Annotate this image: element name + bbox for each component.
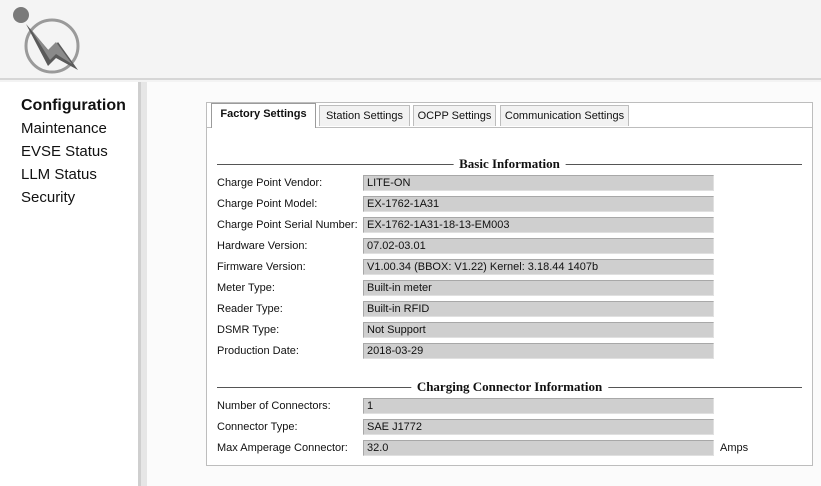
amperage-unit: Amps <box>720 442 749 454</box>
header <box>0 0 821 80</box>
max-amperage-field: 32.0 <box>363 440 714 456</box>
field-label: Hardware Version: <box>217 240 308 252</box>
connector-information-heading: Charging Connector Information <box>217 379 802 395</box>
field-label: Firmware Version: <box>217 261 306 273</box>
sidebar-item-evse-status[interactable]: EVSE Status <box>21 140 126 163</box>
tab-strip: Factory Settings Station Settings OCPP S… <box>207 103 812 128</box>
field-label: Charge Point Serial Number: <box>217 219 358 231</box>
firmware-version-field: V1.00.34 (BBOX: V1.22) Kernel: 3.18.44 1… <box>363 259 714 275</box>
sidebar-item-llm-status[interactable]: LLM Status <box>21 163 126 186</box>
field-label: Connector Type: <box>217 421 298 433</box>
tab-ocpp-settings[interactable]: OCPP Settings <box>413 105 496 126</box>
tab-factory-settings[interactable]: Factory Settings <box>211 103 316 128</box>
app-logo-icon <box>13 7 80 74</box>
tab-station-settings[interactable]: Station Settings <box>319 105 410 126</box>
section-title: Charging Connector Information <box>410 379 609 395</box>
hardware-version-field: 07.02-03.01 <box>363 238 714 254</box>
connector-type-field: SAE J1772 <box>363 419 714 435</box>
sidebar-item-configuration[interactable]: Configuration <box>21 94 126 117</box>
field-label: DSMR Type: <box>217 324 280 336</box>
vendor-field: LITE-ON <box>363 175 714 191</box>
number-of-connectors-field: 1 <box>363 398 714 414</box>
field-label: Reader Type: <box>217 303 283 315</box>
production-date-field: 2018-03-29 <box>363 343 714 359</box>
main-content: Factory Settings Station Settings OCPP S… <box>147 82 821 486</box>
sidebar-nav: Configuration Maintenance EVSE Status LL… <box>0 94 126 209</box>
sidebar-item-maintenance[interactable]: Maintenance <box>21 117 126 140</box>
settings-panel: Factory Settings Station Settings OCPP S… <box>206 102 813 466</box>
meter-type-field: Built-in meter <box>363 280 714 296</box>
tab-communication-settings[interactable]: Communication Settings <box>500 105 629 126</box>
field-label: Production Date: <box>217 345 299 357</box>
model-field: EX-1762-1A31 <box>363 196 714 212</box>
field-label: Charge Point Model: <box>217 198 318 210</box>
basic-information-heading: Basic Information <box>217 156 802 172</box>
field-label: Charge Point Vendor: <box>217 177 323 189</box>
sidebar-item-security[interactable]: Security <box>21 186 126 209</box>
field-label: Number of Connectors: <box>217 400 331 412</box>
section-title: Basic Information <box>453 156 566 172</box>
serial-number-field: EX-1762-1A31-18-13-EM003 <box>363 217 714 233</box>
field-label: Meter Type: <box>217 282 275 294</box>
sidebar: Configuration Maintenance EVSE Status LL… <box>0 82 141 486</box>
dsmr-type-field: Not Support <box>363 322 714 338</box>
field-label: Max Amperage Connector: <box>217 442 348 454</box>
reader-type-field: Built-in RFID <box>363 301 714 317</box>
